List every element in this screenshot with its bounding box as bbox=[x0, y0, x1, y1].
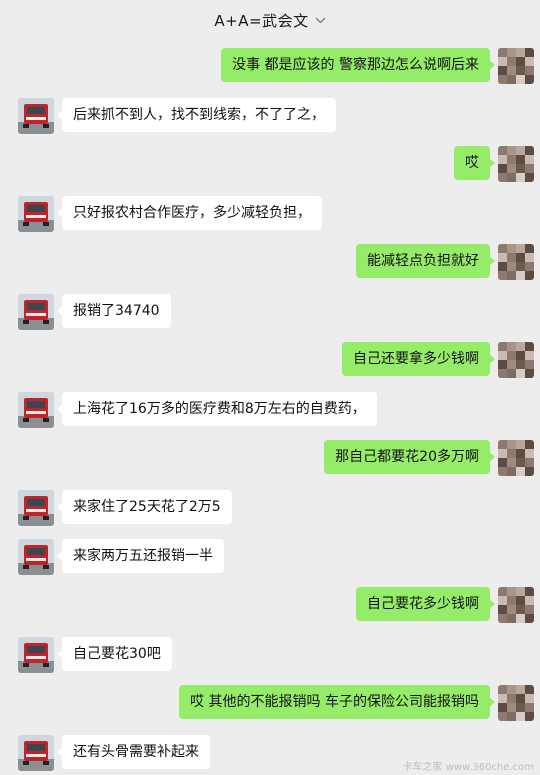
contact-avatar[interactable] bbox=[18, 735, 54, 771]
self-avatar[interactable] bbox=[498, 48, 534, 84]
contact-avatar[interactable] bbox=[18, 539, 54, 575]
message-bubble[interactable]: 还有头骨需要补起来 bbox=[57, 735, 210, 769]
message-bubble[interactable]: 自己还要拿多少钱啊 bbox=[342, 342, 495, 376]
chat-title: A+A=武会文 bbox=[214, 11, 309, 30]
contact-avatar[interactable] bbox=[18, 637, 54, 673]
message-bubble[interactable]: 来家住了25天花了2万5 bbox=[57, 490, 232, 524]
self-avatar[interactable] bbox=[498, 440, 534, 476]
message-bubble[interactable]: 上海花了16万多的医疗费和8万左右的自费药， bbox=[57, 392, 377, 426]
self-avatar[interactable] bbox=[498, 146, 534, 182]
self-avatar[interactable] bbox=[498, 342, 534, 378]
contact-avatar[interactable] bbox=[18, 392, 54, 428]
contact-avatar[interactable] bbox=[18, 294, 54, 330]
message-bubble[interactable]: 自己要花多少钱啊 bbox=[356, 587, 495, 621]
message-bubble[interactable]: 只好报农村合作医疗，多少减轻负担， bbox=[57, 196, 322, 230]
message-bubble[interactable]: 没事 都是应该的 警察那边怎么说啊后来 bbox=[221, 48, 495, 82]
contact-avatar[interactable] bbox=[18, 490, 54, 526]
message-bubble[interactable]: 哎 其他的不能报销吗 车子的保险公司能报销吗 bbox=[179, 685, 495, 719]
message-bubble[interactable]: 后来抓不到人，找不到线索，不了了之， bbox=[57, 98, 336, 132]
chat-header[interactable]: A+A=武会文 bbox=[0, 0, 540, 40]
self-avatar[interactable] bbox=[498, 685, 534, 721]
message-bubble[interactable]: 自己要花30吧 bbox=[57, 637, 172, 671]
contact-avatar[interactable] bbox=[18, 98, 54, 134]
contact-avatar[interactable] bbox=[18, 196, 54, 232]
watermark: 卡车之家 www.360che.com bbox=[402, 762, 534, 773]
self-avatar[interactable] bbox=[498, 244, 534, 280]
chevron-down-icon[interactable] bbox=[315, 10, 326, 28]
message-bubble[interactable]: 来家两万五还报销一半 bbox=[57, 539, 224, 573]
message-bubble[interactable]: 能减轻点负担就好 bbox=[356, 244, 495, 278]
message-bubble[interactable]: 那自己都要花20多万啊 bbox=[324, 440, 495, 474]
self-avatar[interactable] bbox=[498, 587, 534, 623]
message-bubble[interactable]: 哎 bbox=[454, 146, 495, 180]
message-bubble[interactable]: 报销了34740 bbox=[57, 294, 171, 328]
